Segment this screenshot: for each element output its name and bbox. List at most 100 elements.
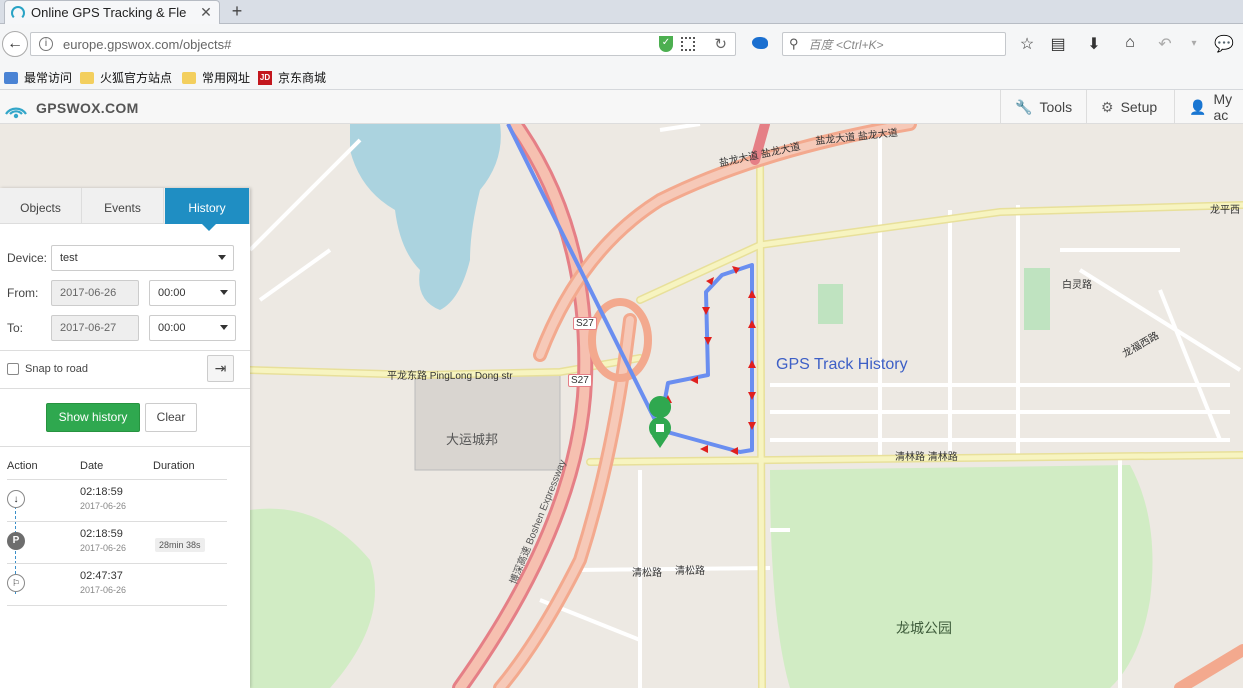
parking-icon: P [7, 532, 25, 550]
row-date: 2017-06-26 [80, 501, 127, 511]
new-tab-button[interactable]: + [228, 1, 246, 22]
dayun-block [414, 374, 561, 471]
chevron-down-icon [218, 255, 226, 260]
export-icon: ⇥ [214, 360, 227, 376]
divider [7, 605, 227, 606]
url-bar[interactable]: i europe.gpswox.com/objects# ✓ ↻ [30, 32, 736, 56]
info-icon[interactable]: i [39, 37, 53, 51]
tab-events[interactable]: Events [82, 188, 164, 224]
tools-label: Tools [1039, 99, 1073, 115]
bookmark-firefox-sites[interactable]: 火狐官方站点 [80, 69, 172, 86]
search-placeholder: 百度 <Ctrl+K> [808, 37, 884, 52]
from-time-value: 00:00 [158, 287, 186, 299]
device-row: Device: test [7, 245, 234, 271]
to-row: To: 2017-06-27 00:00 [7, 315, 236, 341]
column-date: Date [80, 460, 104, 472]
to-time-select[interactable]: 00:00 [149, 315, 236, 341]
search-icon: ⚲ [789, 36, 799, 51]
url-text: europe.gpswox.com/objects# [63, 36, 232, 52]
export-button[interactable]: ⇥ [207, 355, 234, 382]
search-box[interactable]: ⚲ 百度 <Ctrl+K> [782, 32, 1006, 56]
chat-bubble-icon[interactable]: 💬 [1214, 34, 1234, 54]
browser-tab[interactable]: Online GPS Tracking & Fle ✕ [4, 0, 220, 24]
park-small [818, 284, 843, 324]
tab-objects[interactable]: Objects [0, 188, 82, 224]
history-row[interactable]: ⚐ 02:47:37 2017-06-26 [0, 564, 250, 606]
dayun-label: 大运城邦 [446, 432, 499, 447]
bookmark-label: 常用网址 [202, 71, 251, 85]
show-history-button[interactable]: Show history [46, 403, 140, 432]
device-label: Device: [7, 251, 48, 265]
panel-tabs: Objects Events History [0, 188, 250, 231]
bookmark-jd[interactable]: JD 京东商城 [258, 69, 326, 86]
gpswox-logo[interactable]: GPSWOX.COM [4, 96, 139, 120]
bookmark-label: 火狐官方站点 [100, 71, 173, 85]
divider [0, 446, 250, 447]
signal-logo-icon [5, 107, 27, 119]
bookmark-label: 京东商城 [278, 71, 327, 85]
account-label: My ac [1213, 91, 1233, 123]
history-panel: Objects Events History Device: test From… [0, 188, 250, 688]
bookmark-label: 最常访问 [24, 71, 73, 85]
gps-track-history-title: GPS Track History [776, 356, 908, 373]
qr-code-icon[interactable] [681, 37, 695, 51]
device-select[interactable]: test [51, 245, 234, 271]
undo-icon[interactable]: ↶ [1155, 34, 1175, 54]
divider [0, 350, 250, 351]
divider [0, 388, 250, 389]
bookmarks-bar: 最常访问 火狐官方站点 常用网址 JD 京东商城 [0, 64, 1243, 90]
reload-icon[interactable]: ↻ [714, 35, 727, 53]
to-time-value: 00:00 [158, 322, 186, 334]
to-date-field[interactable]: 2017-06-27 [51, 315, 139, 341]
bookmark-star-icon[interactable]: ☆ [1017, 34, 1037, 54]
account-menu[interactable]: 👤 My ac [1174, 90, 1243, 124]
row-date: 2017-06-26 [80, 585, 127, 595]
from-label: From: [7, 286, 39, 300]
panel-footer [0, 634, 250, 688]
s27-shield-2: S27 [568, 374, 592, 387]
lake [350, 124, 501, 310]
row-duration: 28min 38s [155, 538, 205, 552]
reading-list-icon[interactable]: ▤ [1048, 34, 1068, 54]
globe-icon [4, 71, 18, 84]
pinglong-road-label: 平龙东路 PingLong Dong str [387, 371, 513, 382]
shield-icon[interactable]: ✓ [659, 36, 673, 52]
download-icon[interactable]: ⬇ [1084, 34, 1104, 54]
setup-label: Setup [1120, 99, 1158, 115]
tools-menu[interactable]: 🔧 Tools [1000, 90, 1086, 124]
logo-text: GPSWOX.COM [36, 100, 139, 116]
finish-flag-icon: ⚐ [7, 574, 25, 592]
home-icon[interactable]: ⌂ [1120, 34, 1140, 52]
s27-shield: S27 [573, 317, 597, 330]
tab-history[interactable]: History [165, 188, 250, 231]
row-time: 02:18:59 [80, 528, 123, 540]
setup-menu[interactable]: ⚙ Setup [1086, 90, 1174, 124]
column-action: Action [7, 460, 38, 472]
browser-tab-bar: Online GPS Tracking & Fle ✕ + [0, 0, 1243, 24]
snap-checkbox[interactable] [7, 363, 19, 375]
from-date-field[interactable]: 2017-06-26 [51, 280, 139, 306]
snap-to-road-toggle[interactable]: Snap to road [7, 363, 88, 375]
history-row[interactable]: ↓ 02:18:59 2017-06-26 [0, 480, 250, 522]
to-label: To: [7, 321, 24, 335]
from-time-select[interactable]: 00:00 [149, 280, 236, 306]
extension-bird-icon[interactable] [752, 37, 768, 49]
folder-icon [182, 71, 196, 84]
device-value: test [60, 252, 78, 264]
qinglin-road-label: 清林路 清林路 [895, 452, 958, 463]
history-row[interactable]: P 02:18:59 2017-06-26 28min 38s [0, 522, 250, 564]
back-button[interactable]: ← [2, 31, 28, 57]
longcheng-park-label: 龙城公园 [896, 620, 952, 636]
bookmark-common-urls[interactable]: 常用网址 [182, 69, 250, 86]
close-tab-icon[interactable]: ✕ [199, 4, 213, 21]
bookmark-most-visited[interactable]: 最常访问 [4, 69, 72, 86]
user-icon: 👤 [1189, 98, 1207, 115]
start-marker [649, 396, 672, 448]
chevron-down-icon[interactable]: ▾ [1184, 38, 1204, 49]
row-time: 02:47:37 [80, 570, 123, 582]
clear-button[interactable]: Clear [145, 403, 197, 432]
park-west [250, 508, 375, 688]
park-small-2 [1024, 268, 1050, 330]
qingsong-road-label: 清松路 [632, 568, 662, 579]
qingsong-road-label-2: 清松路 [675, 566, 705, 577]
